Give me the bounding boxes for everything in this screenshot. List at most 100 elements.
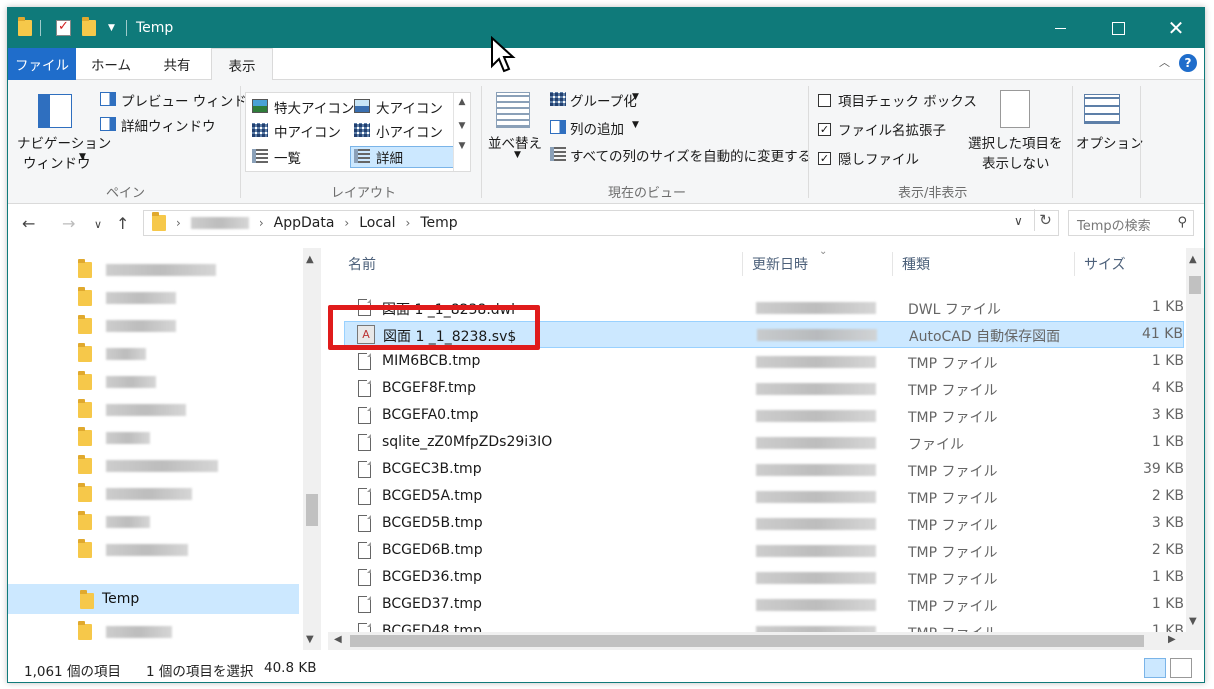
maximize-button[interactable] xyxy=(1089,8,1147,48)
hide-selected-icon[interactable] xyxy=(1000,90,1030,128)
breadcrumb-separator[interactable]: › xyxy=(259,216,264,230)
chevron-down-icon[interactable]: ▼ xyxy=(1189,616,1197,627)
chevron-down-icon[interactable]: ▼ xyxy=(79,152,86,162)
chevron-down-icon[interactable]: ▼ xyxy=(514,150,521,160)
size-all-columns-button[interactable]: すべての列のサイズを自動的に変更する xyxy=(570,145,811,165)
details-pane-icon[interactable] xyxy=(100,117,116,131)
nav-item-temp[interactable]: Temp xyxy=(102,591,139,607)
nav-folder[interactable] xyxy=(78,399,186,420)
help-icon[interactable]: ? xyxy=(1179,54,1197,72)
layout-medium-icons[interactable]: 中アイコン xyxy=(274,121,341,141)
layout-extra-large-icons[interactable]: 特大アイコン xyxy=(274,97,354,117)
nav-folder[interactable] xyxy=(78,371,156,392)
chevron-right-icon[interactable]: ▶ xyxy=(1168,634,1176,645)
file-row[interactable]: BCGED6B.tmp TMP ファイル 2 KB xyxy=(350,538,1184,565)
column-header-name[interactable]: 名前 xyxy=(348,248,376,280)
nav-selected-row[interactable] xyxy=(8,584,299,614)
file-extensions-checkbox[interactable]: ✓ xyxy=(818,123,831,136)
navigation-pane-button[interactable]: ナビゲーション xyxy=(17,132,111,152)
file-list-scrollbar[interactable]: ▲ ▼ xyxy=(1186,248,1204,650)
file-list-hscrollbar[interactable]: ◀ ▶ xyxy=(328,632,1186,650)
file-row[interactable]: BCGED5A.tmp TMP ファイル 2 KB xyxy=(350,484,1184,511)
address-bar[interactable]: › › AppData › Local › Temp xyxy=(143,210,1059,236)
layout-list[interactable]: 一覧 xyxy=(274,147,301,167)
nav-folder[interactable] xyxy=(78,343,146,364)
breadcrumb-appdata[interactable]: AppData xyxy=(274,215,335,231)
customize-toolbar-icon[interactable]: ▼ xyxy=(108,23,115,33)
nav-folder[interactable] xyxy=(78,483,192,504)
column-divider[interactable] xyxy=(892,252,893,276)
sort-by-icon[interactable] xyxy=(496,92,530,128)
chevron-down-icon[interactable]: ▼ xyxy=(632,120,639,130)
layout-small-icons[interactable]: 小アイコン xyxy=(376,121,443,141)
column-divider[interactable] xyxy=(1074,252,1075,276)
nav-folder[interactable] xyxy=(78,287,176,308)
close-button[interactable]: ✕ xyxy=(1147,8,1204,48)
layout-large-icons[interactable]: 大アイコン xyxy=(376,97,443,117)
hidden-items-label[interactable]: 隠しファイル xyxy=(838,148,919,168)
chevron-up-icon[interactable]: ▲ xyxy=(306,254,314,265)
chevron-up-icon[interactable]: ▲ xyxy=(454,97,470,107)
nav-folder[interactable] xyxy=(78,315,176,336)
large-icons-view-button[interactable] xyxy=(1170,658,1192,678)
chevron-left-icon[interactable]: ◀ xyxy=(334,634,342,645)
chevron-down-icon[interactable]: ▼ xyxy=(306,634,314,645)
file-extensions-label[interactable]: ファイル名拡張子 xyxy=(838,119,946,139)
options-icon[interactable] xyxy=(1084,94,1120,124)
file-row[interactable]: BCGEF8F.tmp TMP ファイル 4 KB xyxy=(350,376,1184,403)
nav-folder[interactable] xyxy=(78,427,150,448)
refresh-icon[interactable]: ↻ xyxy=(1034,209,1056,231)
hide-selected-label2[interactable]: 表示しない xyxy=(982,152,1050,172)
column-header-date[interactable]: 更新日時 xyxy=(752,248,808,280)
file-row[interactable]: BCGED5B.tmp TMP ファイル 3 KB xyxy=(350,511,1184,538)
nav-folder[interactable] xyxy=(78,539,188,560)
breadcrumb-separator[interactable]: › xyxy=(344,216,349,230)
layout-gallery-scroll[interactable]: ▲ ▼ ▼ xyxy=(453,93,470,171)
nav-scroll-thumb[interactable] xyxy=(306,494,318,526)
hscroll-thumb[interactable] xyxy=(350,635,1144,647)
layout-details[interactable]: 詳細 xyxy=(376,147,403,167)
add-columns-button[interactable]: 列の追加 xyxy=(570,118,624,138)
chevron-down-icon[interactable]: ▼ xyxy=(454,121,470,131)
breadcrumb-separator[interactable]: › xyxy=(406,216,411,230)
column-header-size[interactable]: サイズ xyxy=(1084,248,1126,280)
nav-scrollbar[interactable]: ▲ ▼ xyxy=(303,248,321,650)
chevron-up-icon[interactable]: ︿ xyxy=(1159,54,1170,70)
tab-share[interactable]: 共有 xyxy=(148,48,206,80)
chevron-up-icon[interactable]: ▲ xyxy=(1189,254,1197,265)
hidden-items-checkbox[interactable]: ✓ xyxy=(818,152,831,165)
nav-folder[interactable] xyxy=(78,259,216,280)
tab-view[interactable]: 表示 xyxy=(211,48,273,81)
file-list-scroll-thumb[interactable] xyxy=(1189,276,1201,294)
nav-folder[interactable] xyxy=(78,455,218,476)
details-view-button[interactable] xyxy=(1144,658,1166,678)
file-row[interactable]: MIM6BCB.tmp TMP ファイル 1 KB xyxy=(350,349,1184,376)
options-button[interactable]: オプション xyxy=(1076,132,1144,152)
chevron-down-icon[interactable]: ∨ xyxy=(1014,214,1023,228)
file-row[interactable]: BCGEC3B.tmp TMP ファイル 39 KB xyxy=(350,457,1184,484)
item-checkboxes-checkbox[interactable] xyxy=(818,94,831,107)
breadcrumb-temp[interactable]: Temp xyxy=(420,215,457,231)
back-arrow-icon[interactable]: ← xyxy=(22,214,35,233)
forward-arrow-icon[interactable]: → xyxy=(62,214,75,233)
file-row[interactable]: BCGED36.tmp TMP ファイル 1 KB xyxy=(350,565,1184,592)
item-checkboxes-label[interactable]: 項目チェック ボックス xyxy=(838,90,977,110)
file-row[interactable]: BCGED37.tmp TMP ファイル 1 KB xyxy=(350,592,1184,619)
sort-by-button[interactable]: 並べ替え xyxy=(488,132,542,152)
minimize-button[interactable] xyxy=(1031,8,1089,48)
search-input[interactable]: Tempの検索 ⚲ xyxy=(1068,210,1194,236)
navigation-pane-icon[interactable] xyxy=(38,94,72,128)
recent-locations-icon[interactable]: ∨ xyxy=(94,218,102,231)
file-row[interactable]: sqlite_zZ0MfpZDs29i3IO ファイル 1 KB xyxy=(350,430,1184,457)
new-folder-icon[interactable] xyxy=(82,17,96,36)
group-by-button[interactable]: グループ化 xyxy=(570,90,637,110)
expand-gallery-icon[interactable]: ▼ xyxy=(454,141,470,151)
title-bar[interactable]: ▼ Temp ✕ xyxy=(8,8,1204,48)
file-row[interactable]: BCGEFA0.tmp TMP ファイル 3 KB xyxy=(350,403,1184,430)
nav-folder[interactable] xyxy=(78,511,150,532)
breadcrumb-separator[interactable]: › xyxy=(176,216,181,230)
chevron-down-icon[interactable]: ▼ xyxy=(632,92,639,102)
column-divider[interactable] xyxy=(742,252,743,276)
properties-icon[interactable] xyxy=(56,19,71,36)
up-arrow-icon[interactable]: ↑ xyxy=(116,214,129,233)
